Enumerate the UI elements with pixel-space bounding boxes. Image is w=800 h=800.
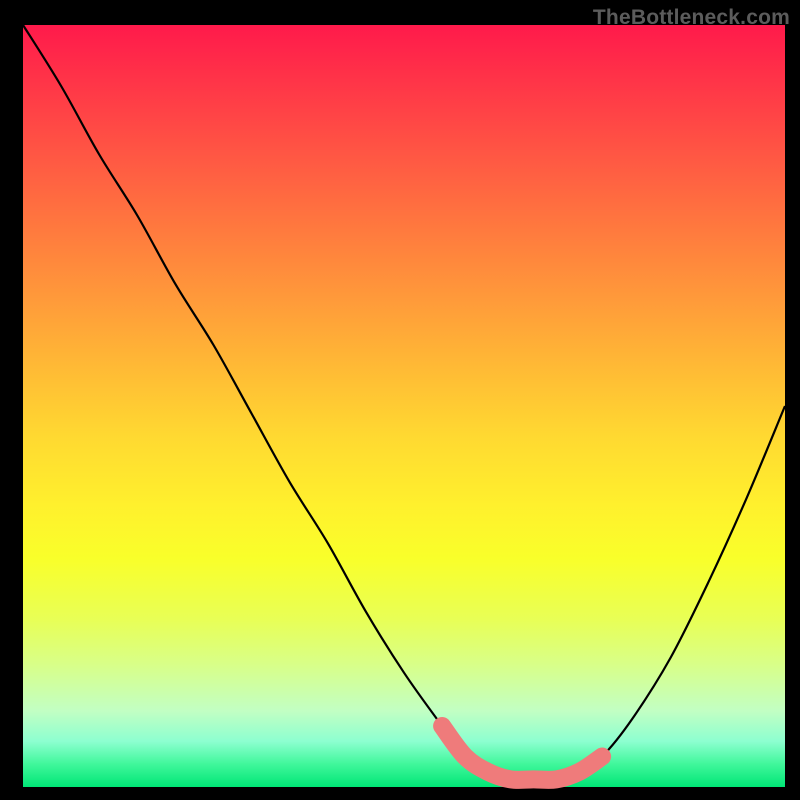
watermark-label: TheBottleneck.com bbox=[593, 6, 790, 30]
curve-trough-highlight bbox=[442, 726, 602, 780]
bottleneck-curve bbox=[0, 0, 800, 800]
chart-frame: TheBottleneck.com bbox=[0, 0, 800, 800]
curve-line bbox=[23, 25, 785, 780]
